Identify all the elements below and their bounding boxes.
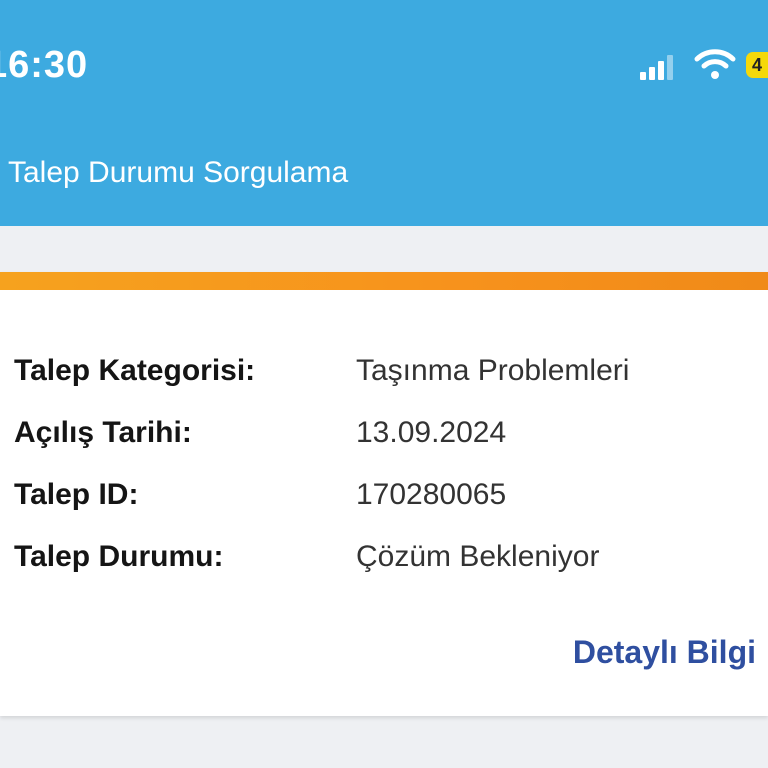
info-row-open-date: Açılış Tarihi: 13.09.2024	[14, 416, 754, 456]
wifi-icon	[694, 49, 736, 79]
info-row-category: Talep Kategorisi: Taşınma Problemleri	[14, 354, 754, 394]
open-date-value: 13.09.2024	[356, 416, 507, 449]
request-id-label: Talep ID:	[14, 478, 139, 511]
page-title: Talep Durumu Sorgulama	[8, 156, 349, 189]
signal-icon	[640, 55, 673, 80]
request-id-value: 170280065	[356, 478, 507, 511]
request-status-card: Talep Kategorisi: Taşınma Problemleri Aç…	[0, 272, 768, 716]
status-value: Çözüm Bekleniyor	[356, 540, 600, 573]
open-date-label: Açılış Tarihi:	[14, 416, 192, 449]
battery-icon: 4	[746, 52, 768, 78]
info-row-request-id: Talep ID: 170280065	[14, 478, 754, 518]
status-label: Talep Durumu:	[14, 540, 224, 573]
app-header: 16:30 4 Talep Durumu Sorgulama	[0, 0, 768, 226]
category-value: Taşınma Problemleri	[356, 354, 630, 387]
status-time: 16:30	[0, 44, 89, 86]
category-label: Talep Kategorisi:	[14, 354, 256, 387]
spacer-strip	[0, 226, 768, 272]
card-accent-bar	[0, 272, 768, 290]
detail-info-link[interactable]: Detaylı Bilgi	[573, 634, 756, 671]
info-row-status: Talep Durumu: Çözüm Bekleniyor	[14, 540, 754, 580]
